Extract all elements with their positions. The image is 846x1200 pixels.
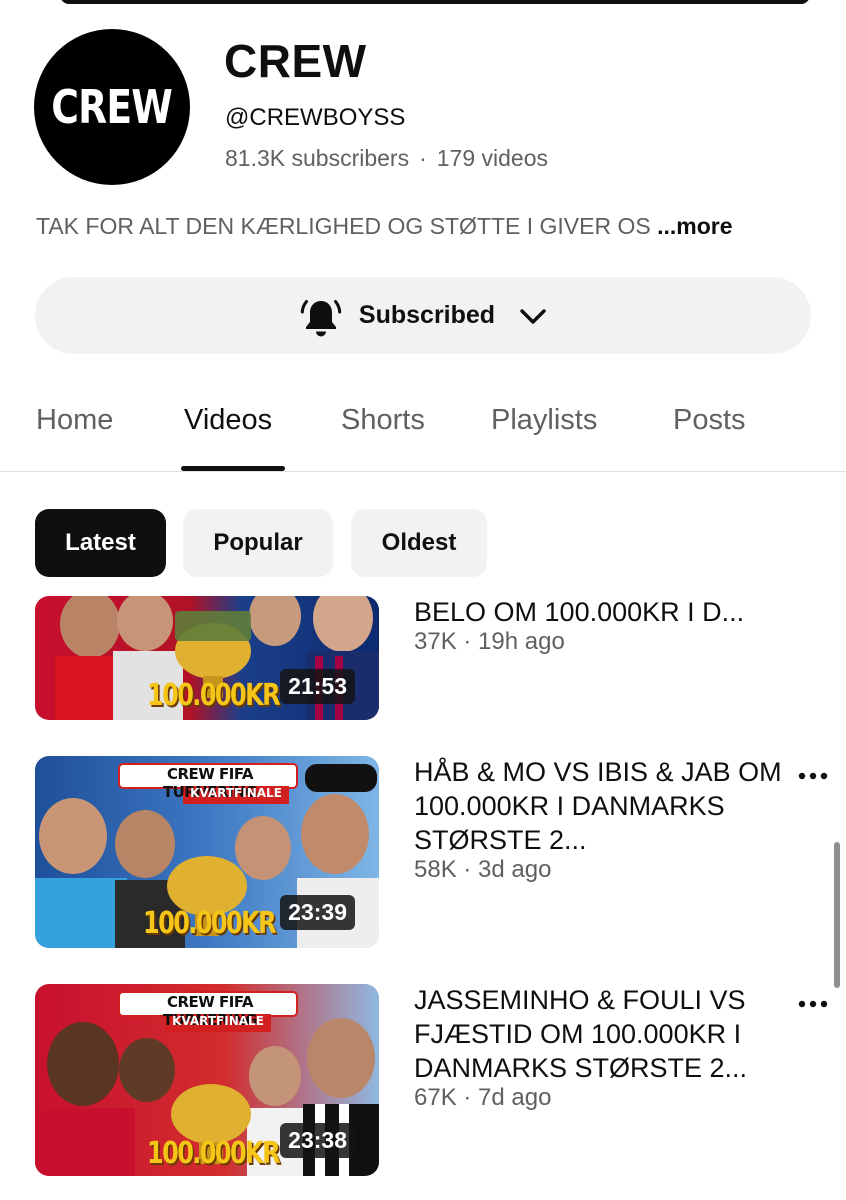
subscribed-label: Subscribed	[358, 301, 496, 329]
bell-ringing-icon	[300, 299, 342, 336]
thumbnail-text: 100.000KR	[143, 906, 277, 941]
thumbnail-text: 100.000KR	[147, 1136, 281, 1171]
avatar-logo-text: CREW	[51, 80, 174, 134]
description-text: TAK FOR ALT DEN KÆRLIGHED OG STØTTE I GI…	[36, 213, 651, 239]
video-thumbnail[interactable]: 100.000KR 21:53	[35, 596, 379, 720]
more-options-icon[interactable]	[796, 759, 830, 793]
filter-chip-latest[interactable]: Latest	[35, 509, 166, 577]
video-duration: 23:38	[280, 1123, 355, 1158]
tab-posts[interactable]: Posts	[673, 404, 746, 437]
tab-videos[interactable]: Videos	[184, 404, 272, 437]
video-title[interactable]: JASSEMINHO & FOULI VS FJÆSTID OM 100.000…	[414, 983, 784, 1085]
scrollbar[interactable]	[834, 842, 840, 988]
thumbnail-subbanner: KVARTFINALE	[190, 786, 282, 800]
video-title[interactable]: BELO OM 100.000KR I D...	[414, 595, 784, 629]
filter-chip-popular[interactable]: Popular	[183, 509, 333, 577]
video-count: 179 videos	[436, 145, 549, 171]
channel-handle: @CREWBOYSS	[225, 104, 406, 131]
video-duration: 21:53	[280, 669, 355, 704]
video-thumbnail[interactable]: CREW FIFA TURNERING KVARTFINALE 100.000K…	[35, 984, 379, 1176]
video-meta: 58K · 3d ago	[414, 856, 552, 883]
tab-home[interactable]: Home	[36, 404, 113, 437]
thumbnail-text: 100.000KR	[147, 678, 281, 713]
channel-tabs: Home Videos Shorts Playlists Posts	[0, 380, 846, 472]
subscribed-button[interactable]: Subscribed	[35, 277, 811, 354]
active-tab-indicator	[181, 466, 285, 471]
thumbnail-subbanner: KVARTFINALE	[172, 1014, 264, 1028]
channel-stats: 81.3K subscribers · 179 videos	[225, 145, 548, 172]
more-options-icon[interactable]	[796, 987, 830, 1021]
video-title[interactable]: HÅB & MO VS IBIS & JAB OM 100.000KR I DA…	[414, 755, 784, 857]
channel-description[interactable]: TAK FOR ALT DEN KÆRLIGHED OG STØTTE I GI…	[36, 213, 733, 240]
tab-playlists[interactable]: Playlists	[491, 404, 597, 437]
more-link[interactable]: ...more	[657, 213, 732, 239]
video-meta: 67K · 7d ago	[414, 1084, 552, 1111]
channel-avatar[interactable]: CREW	[34, 29, 190, 185]
subscriber-count: 81.3K subscribers	[225, 145, 410, 171]
channel-name: CREW	[224, 35, 367, 87]
chevron-down-icon	[520, 308, 546, 324]
video-meta: 37K · 19h ago	[414, 628, 565, 655]
video-duration: 23:39	[280, 895, 355, 930]
video-thumbnail[interactable]: CREW FIFA TURNERING KVARTFINALE 100.000K…	[35, 756, 379, 948]
filter-chip-oldest[interactable]: Oldest	[351, 509, 487, 577]
tab-shorts[interactable]: Shorts	[341, 404, 425, 437]
stats-separator: ·	[419, 145, 427, 171]
status-bar-edge	[60, 0, 810, 4]
